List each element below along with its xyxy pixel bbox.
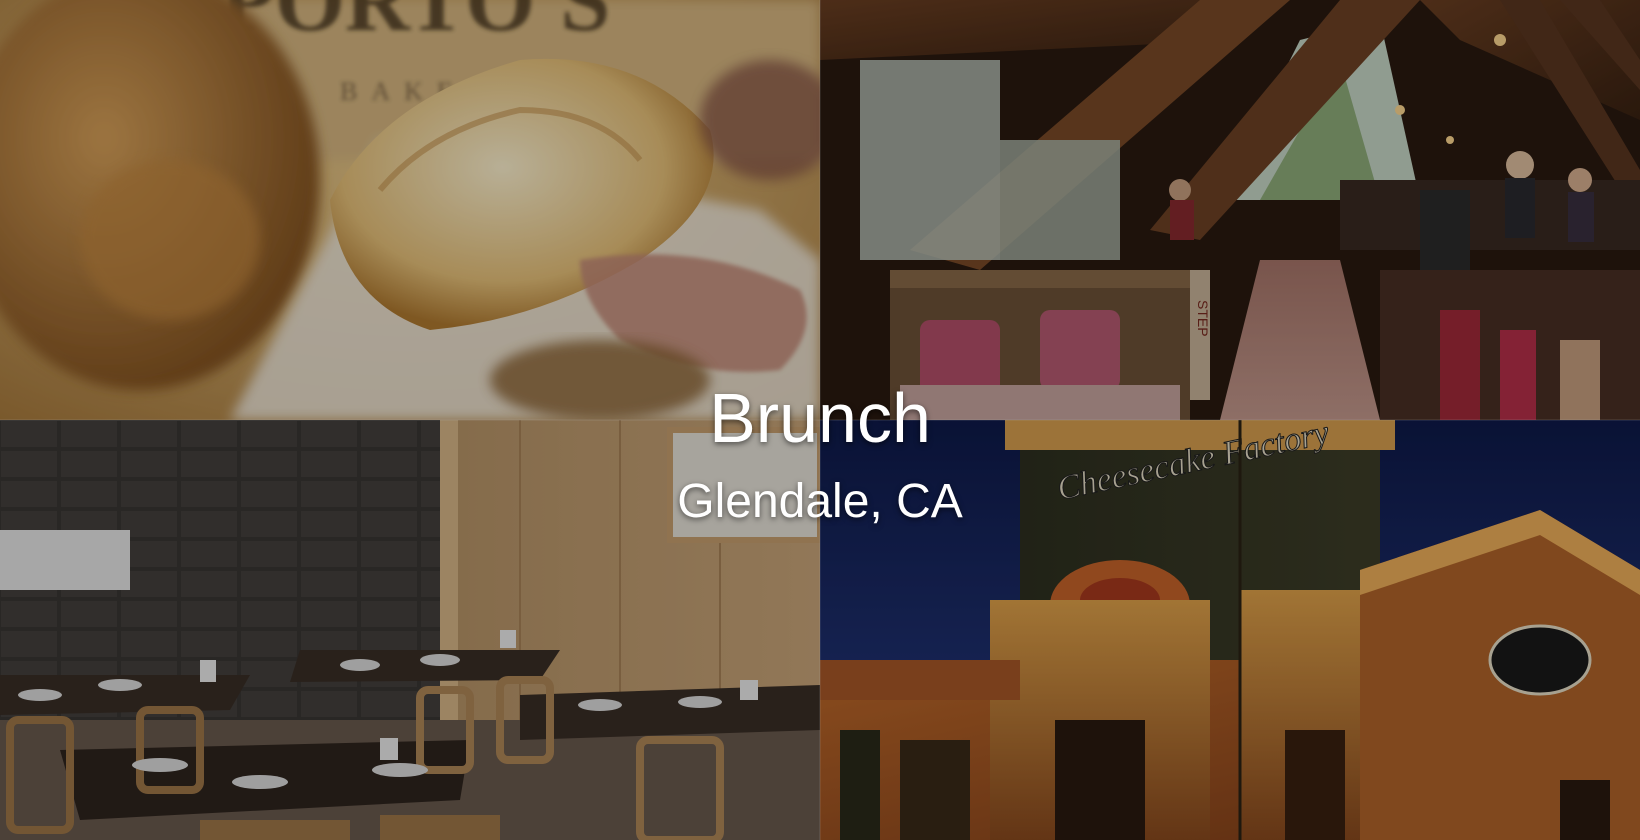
step-sign-text: STEP [1195,300,1211,337]
photo-collage: PORTO'S BAKERY STEP Cheesecake Factory B… [0,0,1640,840]
page-title: Brunch [709,379,931,457]
photo-interior: STEP [820,0,1640,420]
photo-pastry: PORTO'S BAKERY [0,0,820,420]
porto-sign-text: PORTO'S [220,0,610,50]
location-subtitle: Glendale, CA [677,475,963,528]
